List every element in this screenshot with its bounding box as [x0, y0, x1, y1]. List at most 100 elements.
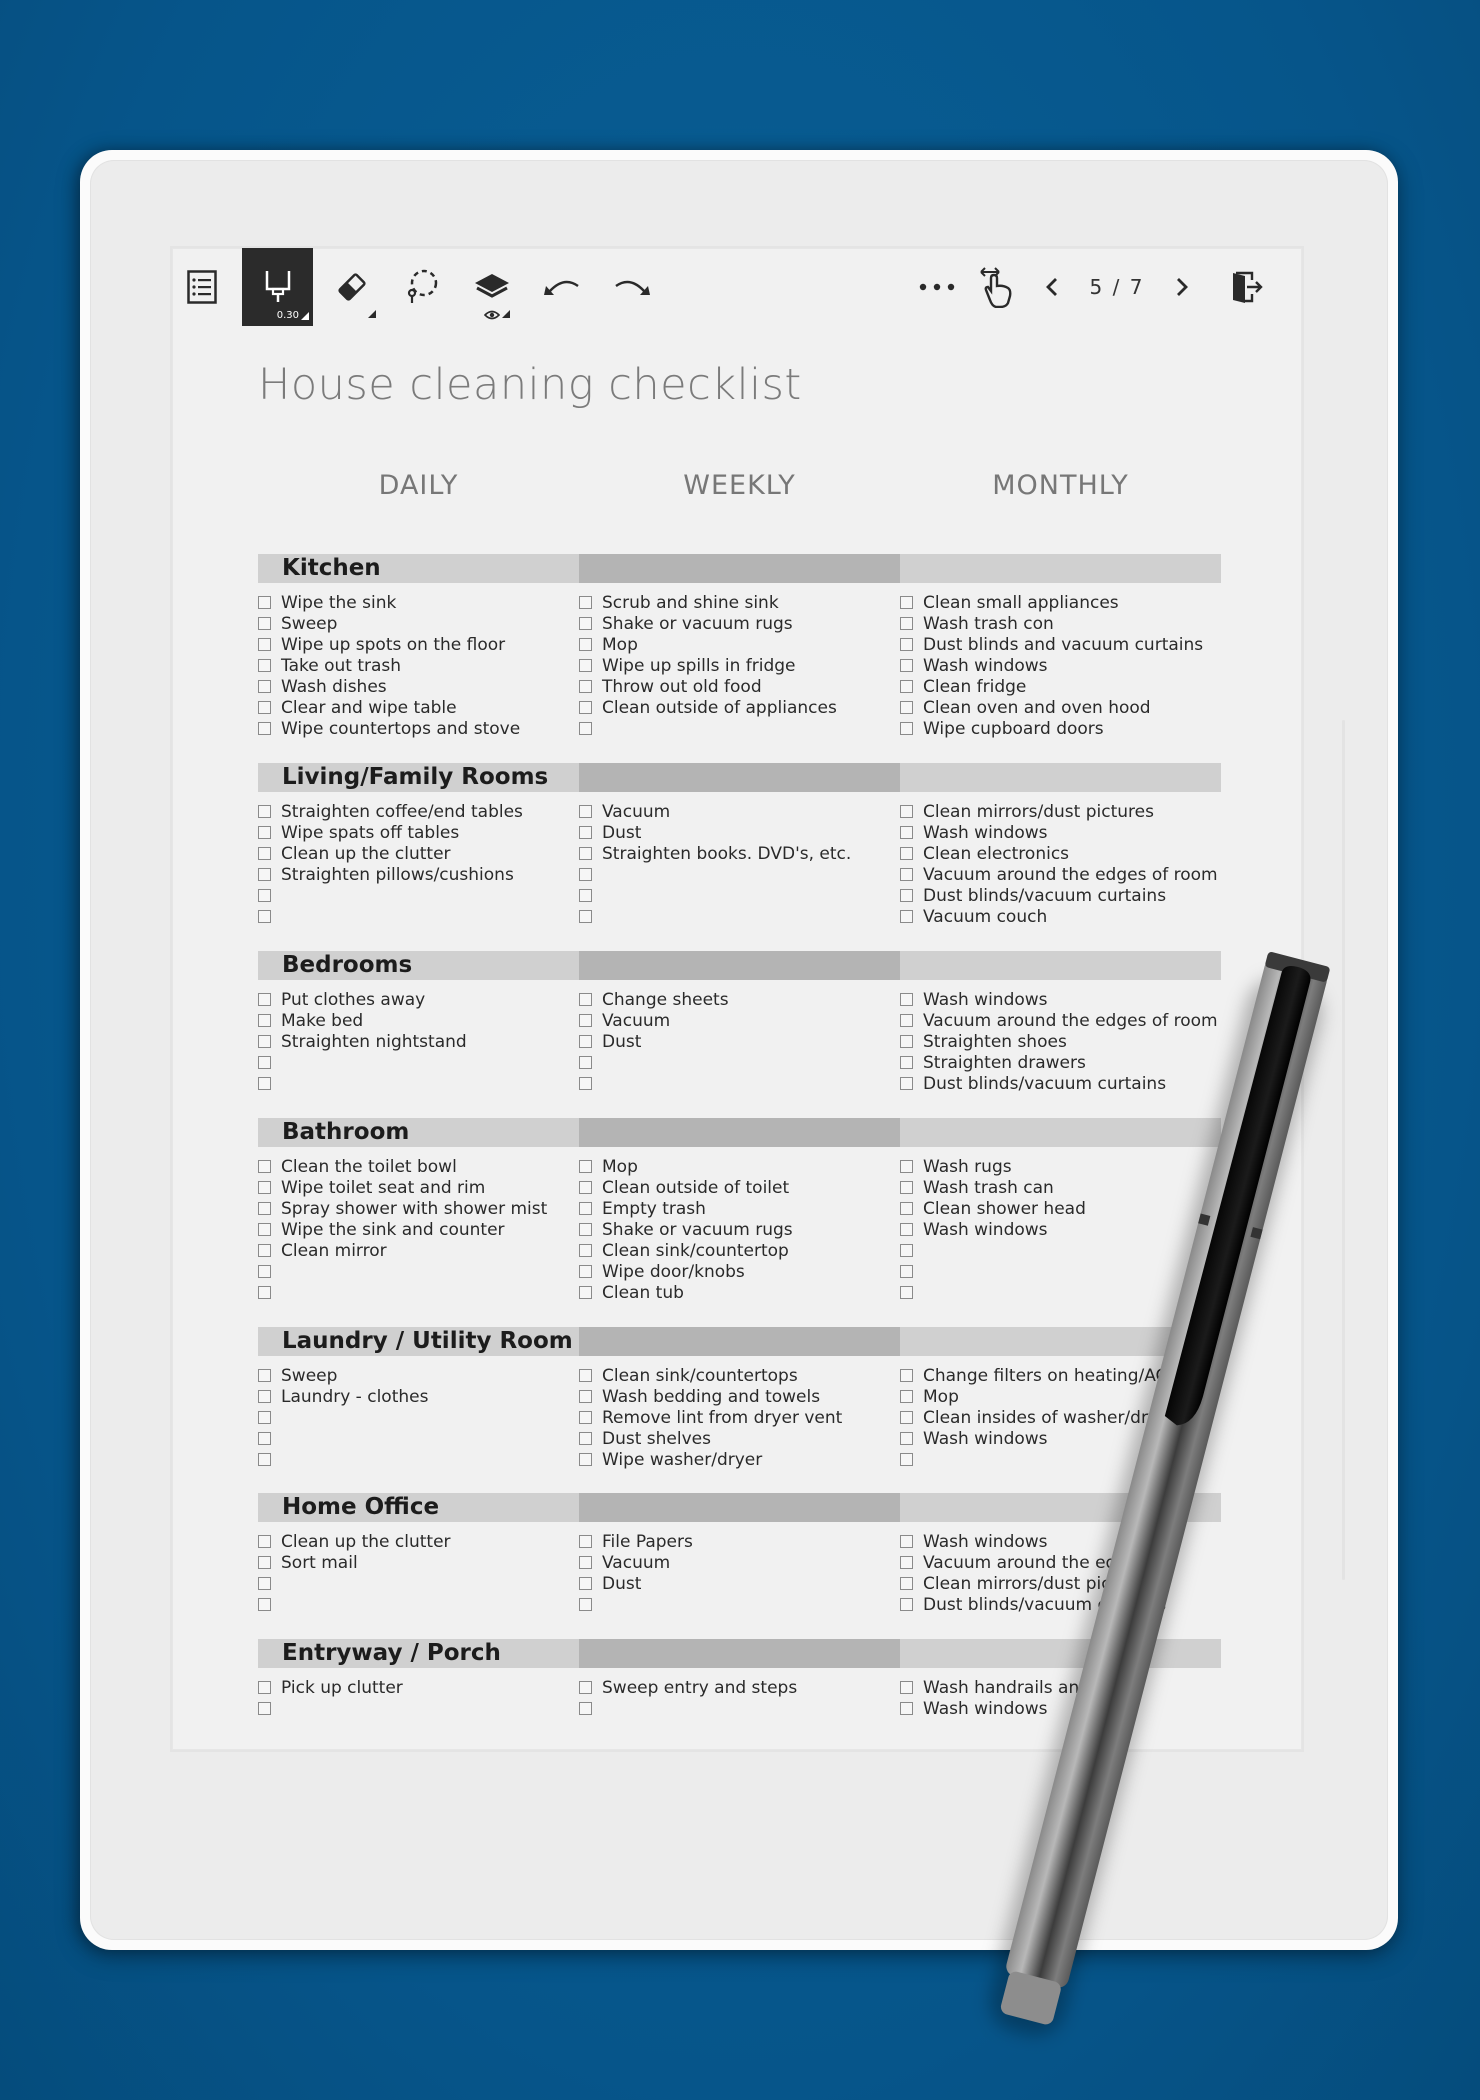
checkbox[interactable]	[579, 1035, 592, 1048]
checkbox[interactable]	[579, 1411, 592, 1424]
checkbox[interactable]	[258, 701, 271, 714]
checkbox[interactable]	[900, 1035, 913, 1048]
checkbox[interactable]	[258, 1598, 271, 1611]
checkbox[interactable]	[258, 722, 271, 735]
touch-toggle-button[interactable]	[972, 248, 1022, 326]
checkbox[interactable]	[579, 701, 592, 714]
checkbox[interactable]	[579, 1223, 592, 1236]
checkbox[interactable]	[258, 659, 271, 672]
checkbox[interactable]	[579, 1181, 592, 1194]
exit-button[interactable]	[1217, 248, 1277, 326]
checkbox[interactable]	[258, 638, 271, 651]
checkbox[interactable]	[900, 596, 913, 609]
checkbox[interactable]	[900, 1014, 913, 1027]
checkbox[interactable]	[579, 617, 592, 630]
checkbox[interactable]	[258, 596, 271, 609]
checkbox[interactable]	[258, 1681, 271, 1694]
checkbox[interactable]	[579, 659, 592, 672]
checkbox[interactable]	[258, 1411, 271, 1424]
document-list-button[interactable]	[172, 248, 232, 326]
checkbox[interactable]	[900, 868, 913, 881]
checkbox[interactable]	[579, 1390, 592, 1403]
checkbox[interactable]	[900, 638, 913, 651]
checkbox[interactable]	[900, 1535, 913, 1548]
checkbox[interactable]	[900, 1577, 913, 1590]
checkbox[interactable]	[900, 847, 913, 860]
checkbox[interactable]	[900, 1369, 913, 1382]
checkbox[interactable]	[900, 1681, 913, 1694]
checkbox[interactable]	[900, 659, 913, 672]
checkbox[interactable]	[579, 847, 592, 860]
checkbox[interactable]	[900, 910, 913, 923]
checkbox[interactable]	[258, 1432, 271, 1445]
selection-tool-button[interactable]	[392, 248, 452, 326]
pen-tool-button[interactable]: 0.30	[242, 248, 313, 326]
checkbox[interactable]	[258, 1702, 271, 1715]
checkbox[interactable]	[900, 826, 913, 839]
checkbox[interactable]	[579, 1056, 592, 1069]
checkbox[interactable]	[258, 1202, 271, 1215]
checkbox[interactable]	[258, 1181, 271, 1194]
checkbox[interactable]	[579, 1286, 592, 1299]
checkbox[interactable]	[900, 993, 913, 1006]
checkbox[interactable]	[579, 1535, 592, 1548]
checkbox[interactable]	[258, 1390, 271, 1403]
checkbox[interactable]	[579, 1369, 592, 1382]
checkbox[interactable]	[900, 722, 913, 735]
checkbox[interactable]	[900, 1244, 913, 1257]
checkbox[interactable]	[900, 1056, 913, 1069]
checkbox[interactable]	[579, 910, 592, 923]
checkbox[interactable]	[900, 1453, 913, 1466]
checkbox[interactable]	[579, 1077, 592, 1090]
checkbox[interactable]	[258, 1453, 271, 1466]
checkbox[interactable]	[900, 889, 913, 902]
next-page-button[interactable]	[1162, 248, 1202, 326]
checkbox[interactable]	[900, 1411, 913, 1424]
checkbox[interactable]	[579, 1556, 592, 1569]
checkbox[interactable]	[579, 1244, 592, 1257]
checkbox[interactable]	[258, 617, 271, 630]
checkbox[interactable]	[258, 1556, 271, 1569]
checkbox[interactable]	[579, 1681, 592, 1694]
checkbox[interactable]	[258, 1286, 271, 1299]
more-button[interactable]	[912, 248, 962, 326]
checkbox[interactable]	[258, 1035, 271, 1048]
checkbox[interactable]	[579, 805, 592, 818]
checkbox[interactable]	[258, 993, 271, 1006]
checkbox[interactable]	[579, 638, 592, 651]
checkbox[interactable]	[579, 1014, 592, 1027]
checkbox[interactable]	[579, 868, 592, 881]
checkbox[interactable]	[258, 1223, 271, 1236]
checkbox[interactable]	[258, 889, 271, 902]
checkbox[interactable]	[900, 1265, 913, 1278]
checkbox[interactable]	[258, 847, 271, 860]
checkbox[interactable]	[579, 1702, 592, 1715]
checkbox[interactable]	[258, 1014, 271, 1027]
checkbox[interactable]	[258, 1369, 271, 1382]
checkbox[interactable]	[258, 1244, 271, 1257]
checkbox[interactable]	[900, 1286, 913, 1299]
checkbox[interactable]	[579, 680, 592, 693]
checkbox[interactable]	[258, 1077, 271, 1090]
checkbox[interactable]	[258, 910, 271, 923]
checkbox[interactable]	[579, 1160, 592, 1173]
checkbox[interactable]	[579, 1453, 592, 1466]
checkbox[interactable]	[579, 1202, 592, 1215]
checkbox[interactable]	[900, 1181, 913, 1194]
checkbox[interactable]	[258, 805, 271, 818]
layers-button[interactable]	[462, 248, 522, 326]
undo-button[interactable]	[532, 248, 592, 326]
checkbox[interactable]	[900, 1556, 913, 1569]
eraser-tool-button[interactable]	[322, 248, 382, 326]
checkbox[interactable]	[579, 889, 592, 902]
previous-page-button[interactable]	[1032, 248, 1072, 326]
checkbox[interactable]	[579, 826, 592, 839]
checkbox[interactable]	[900, 1160, 913, 1173]
checkbox[interactable]	[579, 1432, 592, 1445]
checkbox[interactable]	[579, 1265, 592, 1278]
checkbox[interactable]	[900, 1077, 913, 1090]
checkbox[interactable]	[258, 826, 271, 839]
checkbox[interactable]	[579, 1577, 592, 1590]
checkbox[interactable]	[900, 1432, 913, 1445]
checkbox[interactable]	[258, 1056, 271, 1069]
